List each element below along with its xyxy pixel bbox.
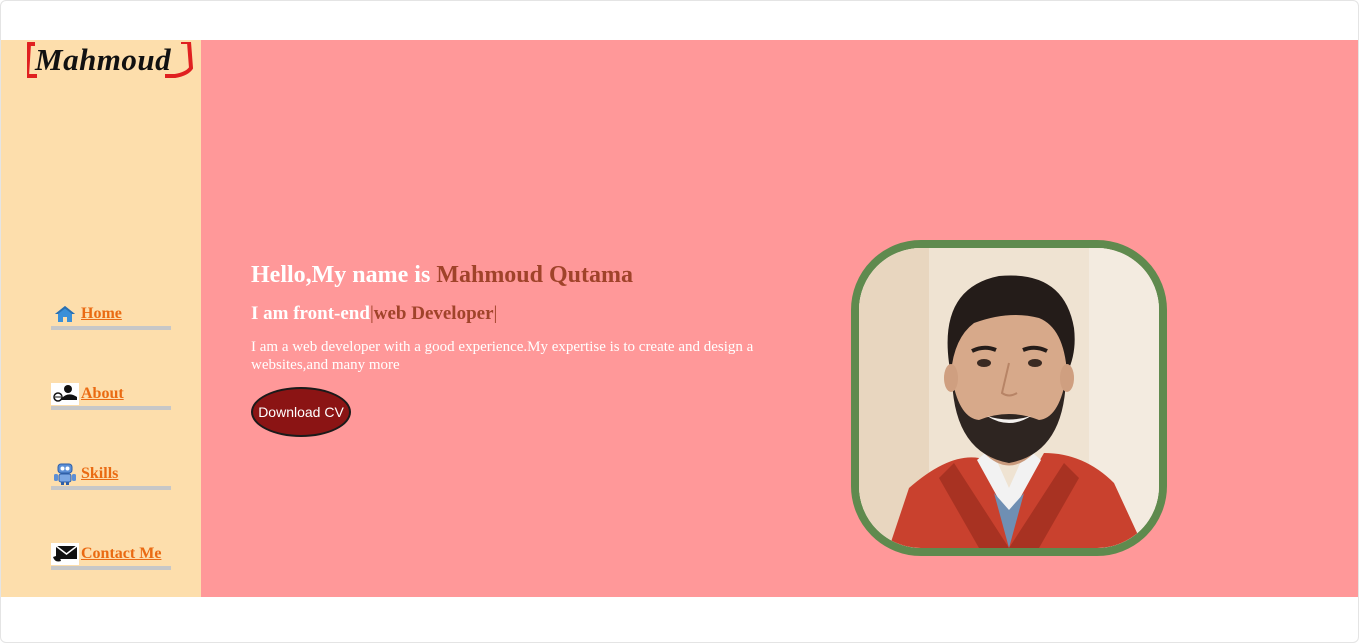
role-prefix: I am front-end: [251, 303, 370, 324]
sidebar-item-about[interactable]: About: [51, 382, 171, 410]
sidebar-item-label[interactable]: Contact Me: [81, 545, 161, 563]
sidebar-item-contact[interactable]: Contact Me: [51, 542, 171, 570]
home-icon: [51, 303, 79, 325]
hero-heading: Hello,My name is Mahmoud Qutama: [251, 262, 633, 289]
logo-text: Mahmoud: [35, 42, 172, 77]
hero-description: I am a web developer with a good experie…: [251, 339, 754, 373]
profile-photo: [851, 240, 1167, 556]
hero-name: Mahmoud Qutama: [436, 262, 633, 288]
download-cv-button[interactable]: Download CV: [251, 387, 351, 437]
envelope-icon: [51, 543, 79, 565]
sidebar-item-label[interactable]: About: [81, 385, 124, 403]
sidebar-item-skills[interactable]: Skills: [51, 462, 171, 490]
sidebar-item-label[interactable]: Skills: [81, 465, 118, 483]
typing-cursor-end: |: [493, 303, 498, 324]
hero-role: I am front-end|web Developer|: [251, 303, 497, 325]
greeting-text: Hello,My name is: [251, 262, 437, 288]
sidebar-item-home[interactable]: Home: [51, 302, 171, 330]
logo[interactable]: Mahmoud: [27, 42, 193, 78]
portrait-illustration: [859, 248, 1159, 548]
person-icon: [51, 383, 79, 405]
role-typed: web Developer: [373, 303, 494, 324]
robot-icon: [51, 463, 79, 485]
portfolio-page: Mahmoud Home About Skills Contact Me Hel…: [1, 40, 1358, 597]
hero-section: Hello,My name is Mahmoud Qutama I am fro…: [201, 40, 1358, 597]
sidebar: Mahmoud Home About Skills Contact Me: [1, 40, 201, 597]
sidebar-item-label[interactable]: Home: [81, 305, 122, 323]
